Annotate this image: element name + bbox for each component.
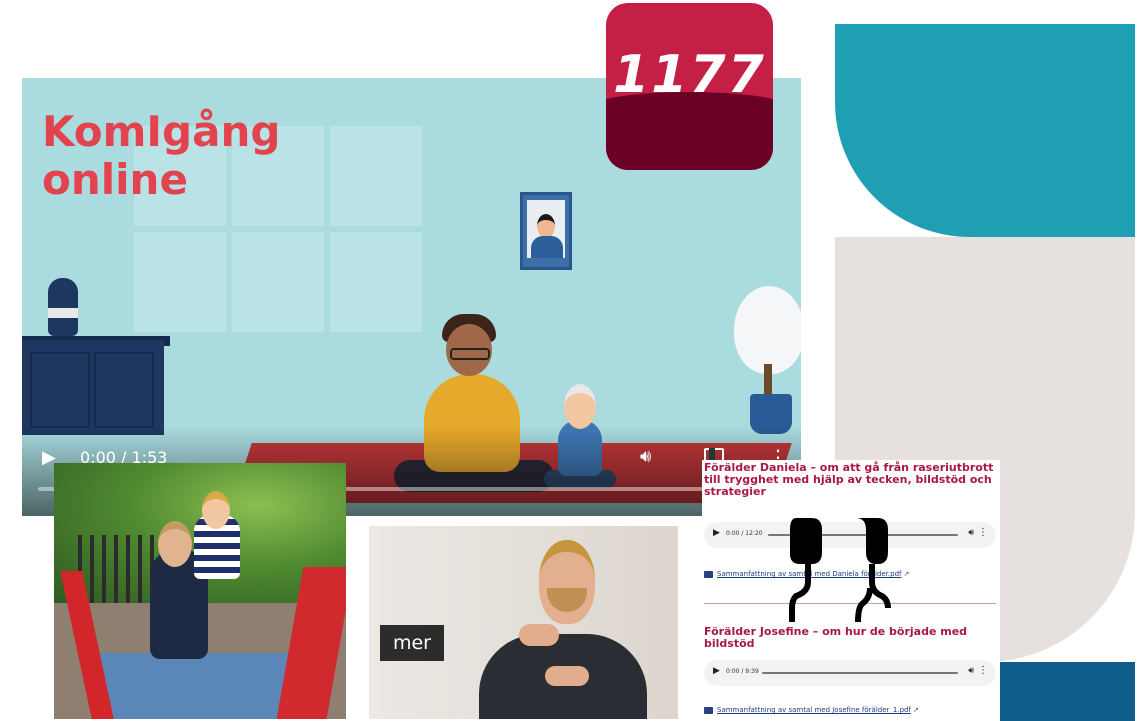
audio-title-josefine: Förälder Josefine – om hur de började me… <box>704 625 968 650</box>
tree-crown <box>734 286 801 374</box>
audio-time: 0:00 / 9:39 <box>726 668 759 675</box>
audio-player-josefine[interactable]: ▶ 0:00 / 9:39 🔊︎ ⋮ <box>704 660 996 686</box>
vase-band <box>48 308 78 318</box>
child-head <box>202 491 230 529</box>
navy-decor-shape <box>1000 662 1135 721</box>
document-icon <box>704 570 713 578</box>
volume-icon[interactable]: 🔊︎ <box>640 446 662 468</box>
window-pane <box>330 232 422 332</box>
man-glasses <box>450 348 490 360</box>
video-title-line1: KomIgång <box>42 107 281 156</box>
child-head <box>564 384 596 429</box>
volume-icon[interactable]: 🔊︎ <box>968 666 974 676</box>
audio-time: 0:00 / 12:20 <box>726 530 763 537</box>
pdf-link-josefine[interactable]: Sammanfattning av samtal med Josefine fö… <box>704 705 996 715</box>
window-pane <box>330 126 422 226</box>
document-icon <box>704 706 713 714</box>
video-title: KomIgång online <box>42 108 280 204</box>
logo-bottom-band <box>606 92 773 170</box>
woman-head <box>158 521 192 567</box>
more-vertical-icon[interactable]: ⋮ <box>978 527 988 538</box>
logo-text: 1177 <box>613 45 766 105</box>
more-vertical-icon[interactable]: ⋮ <box>978 665 988 676</box>
sign-language-video[interactable]: mer <box>369 526 678 719</box>
logo-1177: 1177 <box>606 3 773 170</box>
tree-trunk <box>764 364 772 398</box>
slide-bed <box>98 653 294 719</box>
playground-slide-photo <box>54 463 346 719</box>
external-link-icon: ↗ <box>912 706 919 714</box>
external-link-icon: ↗ <box>903 570 910 578</box>
sign-caption: mer <box>380 625 444 661</box>
video-title-line2: online <box>42 155 188 204</box>
volume-icon[interactable]: 🔊︎ <box>968 528 974 538</box>
play-icon[interactable]: ▶ <box>713 528 720 538</box>
window-pane <box>134 232 226 332</box>
window-pane <box>232 232 324 332</box>
audio-title-daniela: Förälder Daniela – om att gå från raseri… <box>704 461 994 498</box>
portrait-body <box>531 236 563 258</box>
signer-hand <box>545 666 589 686</box>
dresser-door <box>30 352 90 428</box>
audio-track[interactable] <box>762 672 958 674</box>
vase-illustration <box>48 278 78 336</box>
portrait-head <box>537 214 555 238</box>
teal-decor-shape <box>835 24 1135 237</box>
earphones-icon <box>789 518 891 623</box>
dresser-door <box>94 352 154 428</box>
pdf-link-text[interactable]: Sammanfattning av samtal med Josefine fö… <box>717 706 911 714</box>
signer-hand <box>519 624 559 646</box>
play-icon[interactable]: ▶ <box>713 666 720 676</box>
